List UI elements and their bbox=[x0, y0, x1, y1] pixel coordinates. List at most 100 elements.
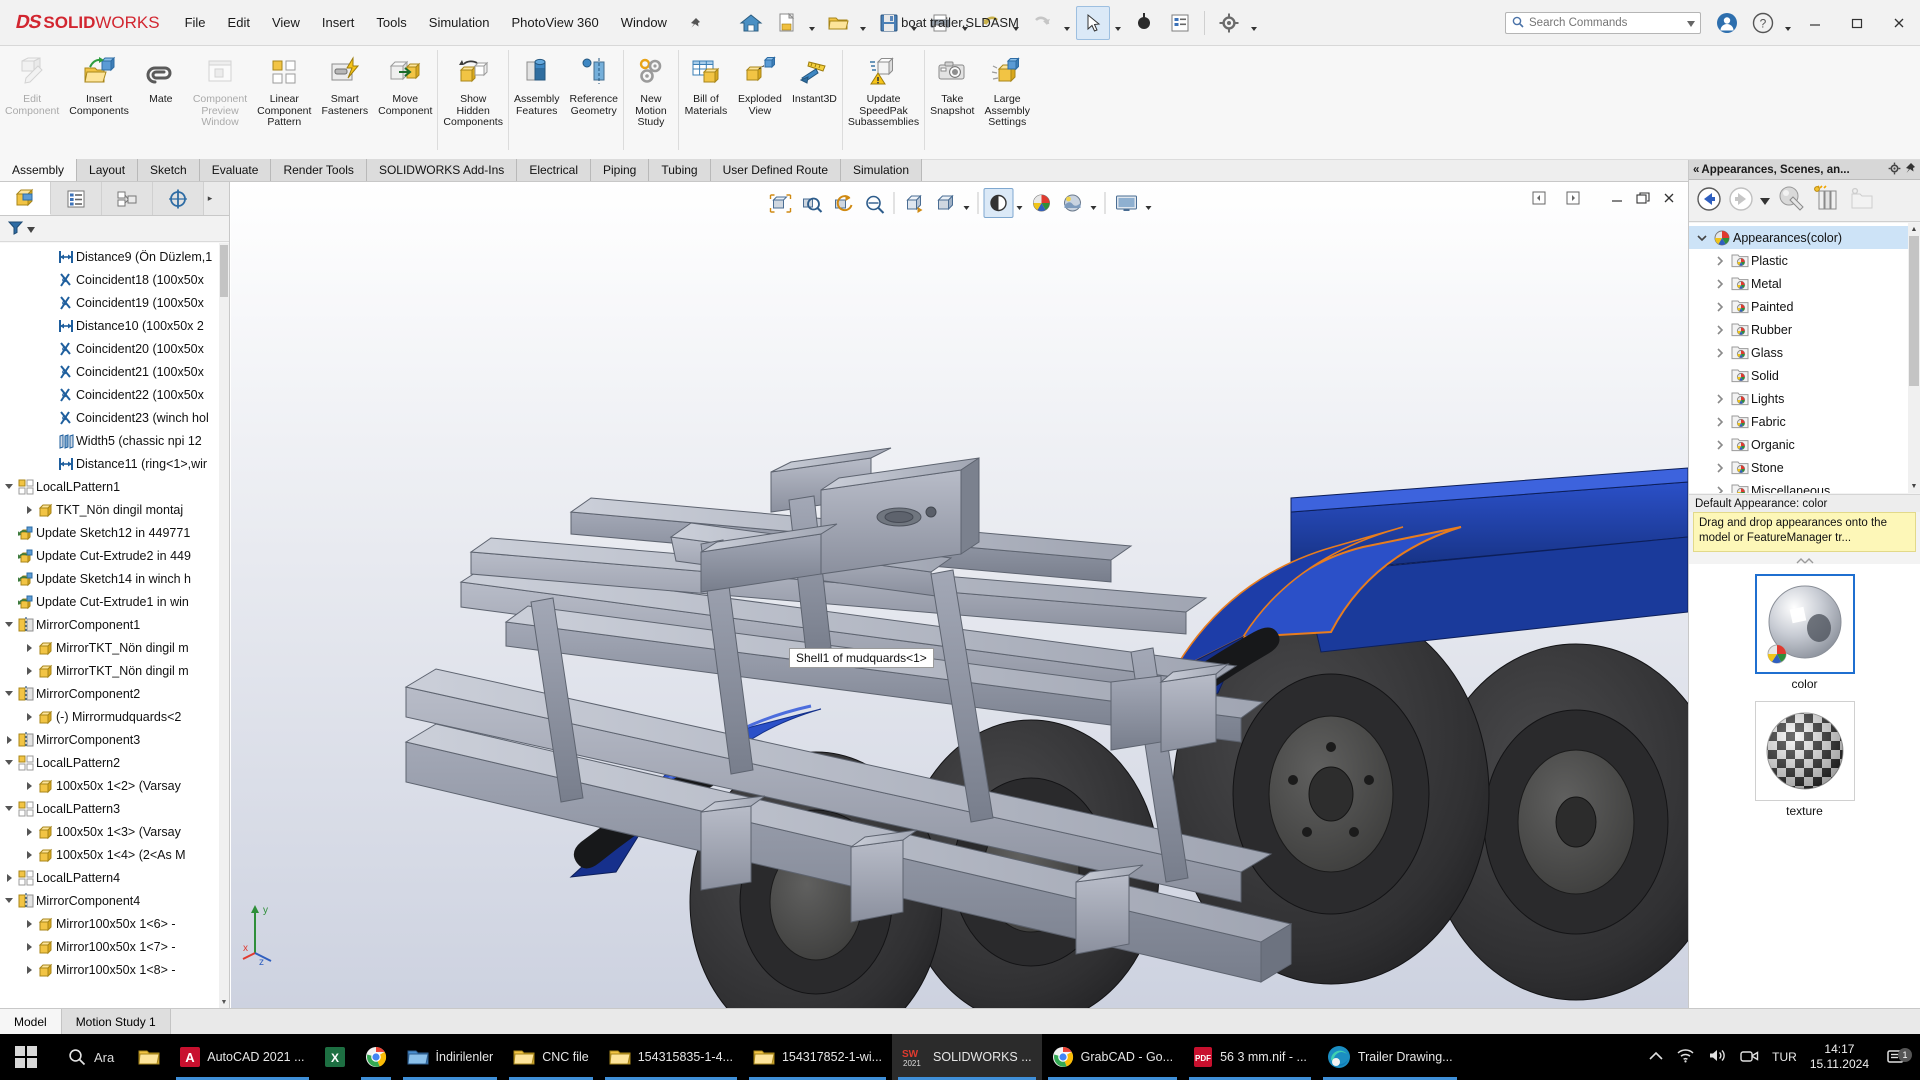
appearance-tree-row[interactable]: Lights bbox=[1689, 387, 1908, 410]
display-style-icon[interactable] bbox=[930, 188, 960, 218]
ribbon-bill-of-materials[interactable]: Bill of Materials bbox=[679, 46, 733, 117]
options-caret[interactable] bbox=[1248, 6, 1261, 40]
menu-edit[interactable]: Edit bbox=[217, 9, 261, 36]
ribbon-instant3d[interactable]: Instant3D bbox=[787, 46, 842, 106]
tab-user-defined-route[interactable]: User Defined Route bbox=[711, 159, 841, 181]
appearance-tree-row[interactable]: Appearances(color) bbox=[1689, 226, 1908, 249]
appearance-tree-row[interactable]: Organic bbox=[1689, 433, 1908, 456]
minimize-button[interactable] bbox=[1794, 0, 1836, 46]
feature-manager-overflow[interactable]: ▸ bbox=[204, 182, 216, 215]
taskbar-chrome[interactable] bbox=[355, 1034, 397, 1080]
ribbon-smart-fasteners[interactable]: Smart Fasteners bbox=[316, 46, 373, 117]
print-icon[interactable] bbox=[923, 6, 957, 40]
taskbar-pdf-document[interactable]: PDF 56 3 mm.nif - ... bbox=[1183, 1034, 1317, 1080]
tab-render-tools[interactable]: Render Tools bbox=[271, 159, 367, 181]
feature-tree-row[interactable]: Mirror100x50x 1<6> - bbox=[0, 912, 219, 935]
doc-minimize-button[interactable] bbox=[1604, 186, 1630, 210]
feature-tree-row[interactable]: Update Sketch14 in winch h bbox=[0, 567, 219, 590]
select-caret[interactable] bbox=[1112, 6, 1125, 40]
properties-icon[interactable] bbox=[1163, 6, 1197, 40]
appearance-swatch-color[interactable]: color bbox=[1689, 574, 1920, 691]
appearance-swatch-texture[interactable]: texture bbox=[1689, 701, 1920, 818]
tree-toggle[interactable] bbox=[22, 667, 36, 675]
menu-window[interactable]: Window bbox=[610, 9, 678, 36]
menu-simulation[interactable]: Simulation bbox=[418, 9, 501, 36]
tab-assembly[interactable]: Assembly bbox=[0, 159, 77, 181]
print-caret[interactable] bbox=[959, 6, 972, 40]
feature-tree-row[interactable]: LocalLPattern4 bbox=[0, 866, 219, 889]
help-caret[interactable] bbox=[1781, 6, 1794, 40]
display-style-caret[interactable] bbox=[961, 188, 972, 218]
appearance-tree-toggle[interactable] bbox=[1711, 417, 1729, 427]
appearance-tree-row[interactable]: Glass bbox=[1689, 341, 1908, 364]
feature-tree-row[interactable]: LocalLPattern3 bbox=[0, 797, 219, 820]
home-icon[interactable] bbox=[734, 6, 768, 40]
edit-appearance-icon[interactable] bbox=[1026, 188, 1056, 218]
tree-toggle[interactable] bbox=[2, 898, 16, 903]
feature-tree-row[interactable]: Update Sketch12 in 449771 bbox=[0, 521, 219, 544]
dimxpert-manager-tab[interactable] bbox=[153, 182, 204, 215]
feature-tree-row[interactable]: MirrorComponent3 bbox=[0, 728, 219, 751]
view-settings-icon[interactable] bbox=[1110, 188, 1142, 218]
next-document-button[interactable] bbox=[1560, 186, 1586, 210]
appearance-tree-row[interactable]: Fabric bbox=[1689, 410, 1908, 433]
feature-tree-row[interactable]: MirrorComponent2 bbox=[0, 682, 219, 705]
taskbar-trailer-drawing[interactable]: Trailer Drawing... bbox=[1317, 1034, 1463, 1080]
feature-tree-scrollbar[interactable]: ▲ ▼ bbox=[219, 243, 229, 1008]
history-dropdown-icon[interactable] bbox=[1760, 194, 1770, 208]
new-document-icon[interactable] bbox=[770, 6, 804, 40]
feature-tree-row[interactable]: LocalLPattern1 bbox=[0, 475, 219, 498]
feature-tree-row[interactable]: MirrorTKT_Nön dingil m bbox=[0, 636, 219, 659]
redo-caret[interactable] bbox=[1061, 6, 1074, 40]
appearance-tree-toggle[interactable] bbox=[1711, 302, 1729, 312]
scroll-down-arrow[interactable]: ▼ bbox=[219, 997, 229, 1008]
filter-funnel-icon[interactable] bbox=[8, 220, 25, 238]
open-folder-caret[interactable] bbox=[857, 6, 870, 40]
ribbon-new-motion-study[interactable]: New Motion Study bbox=[624, 46, 678, 129]
ribbon-assembly-features[interactable]: Assembly Features bbox=[509, 46, 565, 117]
doc-restore-button[interactable] bbox=[1630, 186, 1656, 210]
ribbon-update-speedpak-subassemblies[interactable]: Update SpeedPak Subassemblies bbox=[843, 46, 924, 129]
tab-layout[interactable]: Layout bbox=[77, 159, 138, 181]
taskbar-indirilenler[interactable]: İndirilenler bbox=[397, 1034, 504, 1080]
undo-caret[interactable] bbox=[1010, 6, 1023, 40]
search-commands-box[interactable] bbox=[1505, 12, 1701, 34]
ribbon-linear-component-pattern[interactable]: Linear Component Pattern bbox=[252, 46, 316, 129]
view-orientation-icon[interactable] bbox=[899, 188, 929, 218]
zoom-to-area-icon[interactable] bbox=[796, 188, 826, 218]
feature-tree-row[interactable]: LocalLPattern2 bbox=[0, 751, 219, 774]
tab-electrical[interactable]: Electrical bbox=[517, 159, 591, 181]
appearance-swatch-list[interactable]: color bbox=[1689, 564, 1920, 1008]
taskbar-autocad[interactable]: A AutoCAD 2021 ... bbox=[170, 1034, 314, 1080]
appearance-tree-row[interactable]: Painted bbox=[1689, 295, 1908, 318]
options-folder-icon[interactable] bbox=[1848, 186, 1876, 215]
tree-toggle[interactable] bbox=[2, 622, 16, 627]
pin-icon[interactable] bbox=[678, 6, 712, 40]
zoom-to-fit-icon[interactable] bbox=[765, 188, 795, 218]
windows-start-icon[interactable] bbox=[0, 1034, 52, 1080]
feature-tree-row[interactable]: TKT_Nön dingil montaj bbox=[0, 498, 219, 521]
scenes-library-icon[interactable] bbox=[1812, 185, 1842, 216]
tree-toggle[interactable] bbox=[22, 920, 36, 928]
feature-tree-row[interactable]: Mirror100x50x 1<8> - bbox=[0, 958, 219, 981]
restore-button[interactable] bbox=[1836, 0, 1878, 46]
appearance-scroll-down[interactable]: ▼ bbox=[1908, 480, 1920, 493]
ribbon-mate[interactable]: Mate bbox=[134, 46, 188, 106]
apply-scene-icon[interactable] bbox=[1057, 188, 1087, 218]
appearance-tree-toggle[interactable] bbox=[1711, 440, 1729, 450]
taskbar-folder-154315835[interactable]: 154315835-1-4... bbox=[599, 1034, 743, 1080]
appearance-scroll-up[interactable]: ▲ bbox=[1908, 223, 1920, 236]
tree-toggle[interactable] bbox=[22, 713, 36, 721]
tab-sketch[interactable]: Sketch bbox=[138, 159, 200, 181]
appearance-tree-toggle[interactable] bbox=[1711, 486, 1729, 494]
doc-close-button[interactable] bbox=[1656, 186, 1682, 210]
appearance-tree-toggle[interactable] bbox=[1711, 394, 1729, 404]
feature-tree-row[interactable]: Coincident22 (100x50x bbox=[0, 383, 219, 406]
tab-piping[interactable]: Piping bbox=[591, 159, 649, 181]
appearance-tree[interactable]: Appearances(color)PlasticMetalPaintedRub… bbox=[1689, 223, 1908, 493]
volume-icon[interactable] bbox=[1708, 1048, 1727, 1066]
feature-tree-row[interactable]: Distance11 (ring<1>,wir bbox=[0, 452, 219, 475]
feature-tree-row[interactable]: Coincident19 (100x50x bbox=[0, 291, 219, 314]
appearance-scroll-thumb[interactable] bbox=[1909, 236, 1919, 386]
feature-tree-row[interactable]: Width5 (chassic npi 12 bbox=[0, 429, 219, 452]
